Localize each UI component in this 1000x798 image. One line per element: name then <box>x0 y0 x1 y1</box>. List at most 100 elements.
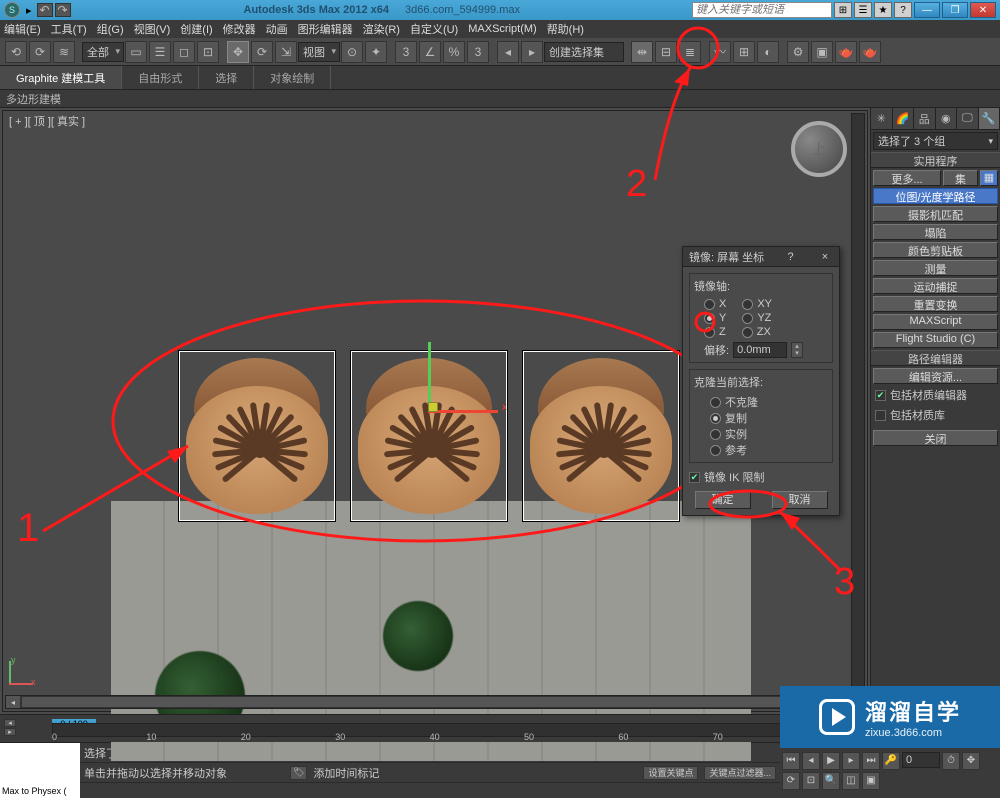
menu-views[interactable]: 视图(V) <box>134 21 171 37</box>
radio-xy[interactable]: XY <box>742 298 772 310</box>
menu-create[interactable]: 创建(I) <box>180 21 212 37</box>
time-config-icon[interactable]: ⏱ <box>942 752 960 770</box>
cmdtab-hierarchy-icon[interactable]: 品 <box>914 108 936 129</box>
rendered-frame-icon[interactable]: ▣ <box>811 41 833 63</box>
menu-help[interactable]: 帮助(H) <box>547 21 584 37</box>
current-frame-input[interactable]: 0 <box>902 752 940 768</box>
ribbon-tab-objectpaint[interactable]: 对象绘制 <box>254 66 331 89</box>
radio-x[interactable]: X <box>704 298 726 310</box>
zoom-icon[interactable]: 🔍 <box>822 772 840 790</box>
ribbon-tab-freeform[interactable]: 自由形式 <box>122 66 199 89</box>
prev-frame-icon[interactable]: ◂ <box>802 752 820 770</box>
scale-icon[interactable]: ⇲ <box>275 41 297 63</box>
util-btn-3[interactable]: 颜色剪贴板 <box>873 242 998 258</box>
util-btn-6[interactable]: 重置变换 <box>873 296 998 312</box>
infocentre-btn3[interactable]: ★ <box>874 2 892 18</box>
keymode-icon[interactable]: 🔑 <box>882 752 900 770</box>
selection-filter-combo[interactable]: 全部 <box>82 42 124 62</box>
time-slider-snap[interactable]: ◂▸ <box>4 719 16 736</box>
goto-end-icon[interactable]: ⏭ <box>862 752 880 770</box>
chk-include-mat-editor[interactable]: ✔包括材质编辑器 <box>873 386 998 404</box>
layers-icon[interactable]: ≣ <box>679 41 701 63</box>
util-btn-5[interactable]: 运动捕捉 <box>873 278 998 294</box>
bind-spacewarp-icon[interactable]: ≋ <box>53 41 75 63</box>
search-input[interactable] <box>692 2 832 18</box>
radio-reference[interactable]: 参考 <box>710 442 828 458</box>
selection-readout[interactable]: 选择了 3 个组 <box>873 132 998 150</box>
play-icon[interactable]: ▶ <box>822 752 840 770</box>
radio-z[interactable]: Z <box>704 326 726 338</box>
redo-icon[interactable]: ↷ <box>55 3 71 17</box>
util-btn-2[interactable]: 塌陷 <box>873 224 998 240</box>
menu-animation[interactable]: 动画 <box>266 21 288 37</box>
align-icon[interactable]: ⊟ <box>655 41 677 63</box>
render-icon[interactable]: 🫖 <box>835 41 857 63</box>
minimize-button[interactable]: — <box>914 2 940 18</box>
ribbon-tab-graphite[interactable]: Graphite 建模工具 <box>0 66 122 89</box>
util-btn-0[interactable]: 位图/光度学路径 <box>873 188 998 204</box>
close-button[interactable]: ✕ <box>970 2 996 18</box>
offset-input[interactable] <box>733 342 787 358</box>
setkey-button[interactable]: 设置关键点 <box>643 766 698 780</box>
angle-snap-icon[interactable]: ∠ <box>419 41 441 63</box>
ribbon-panel[interactable]: 多边形建模 <box>0 90 1000 108</box>
menu-tools[interactable]: 工具(T) <box>51 21 87 37</box>
ok-button[interactable]: 确定 <box>695 491 751 509</box>
util-btn-4[interactable]: 测量 <box>873 260 998 276</box>
menu-grapheditors[interactable]: 图形编辑器 <box>298 21 353 37</box>
dialog-close-icon[interactable]: × <box>817 251 833 263</box>
named-selection-set-input[interactable] <box>544 42 624 62</box>
infocentre-btn1[interactable]: ⊞ <box>834 2 852 18</box>
radio-instance[interactable]: 实例 <box>710 426 828 442</box>
viewport-label[interactable]: [ + ][ 顶 ][ 真实 ] <box>9 113 85 129</box>
maximize-button[interactable]: ❐ <box>942 2 968 18</box>
undo-icon[interactable]: ↶ <box>37 3 53 17</box>
move-icon[interactable]: ✥ <box>227 41 249 63</box>
menu-rendering[interactable]: 渲染(R) <box>363 21 400 37</box>
more-button[interactable]: 更多... <box>873 170 941 186</box>
cmdtab-utilities-icon[interactable]: 🔧 <box>979 108 1000 129</box>
infocentre-btn2[interactable]: ☰ <box>854 2 872 18</box>
util-btn-1[interactable]: 摄影机匹配 <box>873 206 998 222</box>
timetag-btn[interactable]: 🏷 <box>290 766 307 780</box>
use-pivot-icon[interactable]: ⊙ <box>341 41 363 63</box>
util-btn-8[interactable]: Flight Studio (C) <box>873 332 998 348</box>
move-gizmo-x-icon[interactable] <box>428 410 498 413</box>
menu-group[interactable]: 组(G) <box>97 21 124 37</box>
maxscript-listener[interactable]: Max to Physex ( <box>0 743 80 798</box>
radio-y[interactable]: Y <box>704 312 726 324</box>
spinner-snap-icon[interactable]: 3 <box>467 41 489 63</box>
cmdtab-display-icon[interactable]: 🖵 <box>957 108 979 129</box>
rollout-utilities[interactable]: 实用程序 <box>871 152 1000 168</box>
cancel-button[interactable]: 取消 <box>772 491 828 509</box>
fov-icon[interactable]: ◫ <box>842 772 860 790</box>
unlink-icon[interactable]: ⟳ <box>29 41 51 63</box>
infocentre-btn4[interactable]: ? <box>894 2 912 18</box>
percent-snap-icon[interactable]: % <box>443 41 465 63</box>
radio-copy[interactable]: 复制 <box>710 410 828 426</box>
next-frame-icon[interactable]: ▸ <box>842 752 860 770</box>
rect-region-icon[interactable]: ◻ <box>173 41 195 63</box>
named-sel-prev-icon[interactable]: ◂ <box>497 41 519 63</box>
select-icon[interactable]: ▭ <box>125 41 147 63</box>
goto-start-icon[interactable]: ⏮ <box>782 752 800 770</box>
arc-rotate-icon[interactable]: ⟳ <box>782 772 800 790</box>
chk-include-mat-lib[interactable]: 包括材质库 <box>873 406 998 424</box>
add-timetag[interactable]: 添加时间标记 <box>313 765 379 781</box>
edit-resources-button[interactable]: 编辑资源... <box>873 368 998 384</box>
sets-button[interactable]: 集 <box>943 170 978 186</box>
rotate-icon[interactable]: ⟳ <box>251 41 273 63</box>
viewcube[interactable]: 上 <box>791 121 847 177</box>
ribbon-tab-selection[interactable]: 选择 <box>199 66 254 89</box>
hscroll-left-icon[interactable]: ◂ <box>6 696 20 708</box>
pan-view-icon[interactable]: ✥ <box>962 752 980 770</box>
material-editor-icon[interactable]: ◐ <box>757 41 779 63</box>
window-crossing-icon[interactable]: ⊡ <box>197 41 219 63</box>
menu-modifiers[interactable]: 修改器 <box>223 21 256 37</box>
curve-editor-icon[interactable]: 〰 <box>709 41 731 63</box>
menu-edit[interactable]: 编辑(E) <box>4 21 41 37</box>
cmdtab-create-icon[interactable]: ✳ <box>871 108 893 129</box>
keyfilter-button[interactable]: 关键点过滤器... <box>704 766 776 780</box>
app-icon[interactable]: S <box>4 2 20 18</box>
named-sel-next-icon[interactable]: ▸ <box>521 41 543 63</box>
